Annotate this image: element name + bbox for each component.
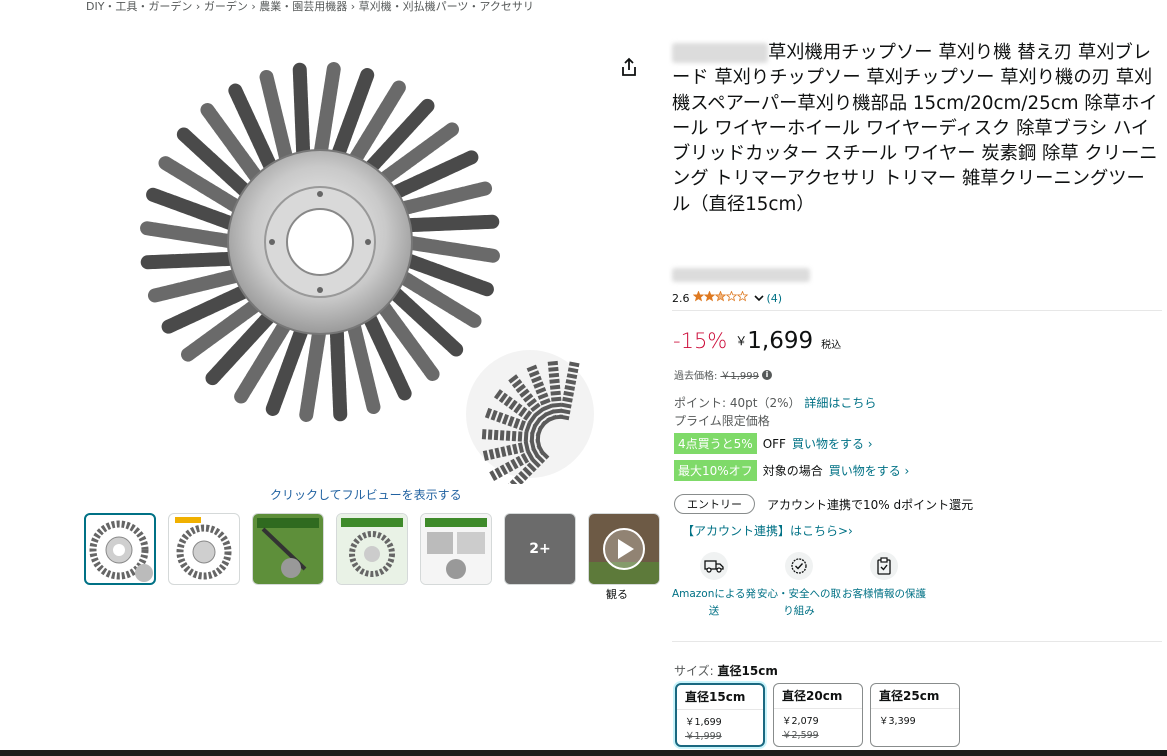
trust-badge-safety[interactable]: 安心・安全への取り組み xyxy=(753,552,845,620)
promo-row-2: 最大10%オフ 対象の場合 買い物をする › xyxy=(674,460,909,481)
size-option-old-price: ￥1,999 xyxy=(685,731,722,742)
thumbnail-5[interactable] xyxy=(420,513,492,585)
promo-text: OFF xyxy=(762,436,786,451)
divider xyxy=(672,641,1162,642)
promo-text: 対象の場合 xyxy=(762,464,823,478)
full-view-link[interactable]: クリックしてフルビューを表示する xyxy=(270,486,462,503)
thumbnail-strip: 2+ xyxy=(84,513,660,589)
prime-price-label: プライム限定価格 xyxy=(674,414,770,428)
size-option-15cm[interactable]: 直径15cm ￥1,699 ￥1,999 xyxy=(675,683,765,747)
video-thumbnail[interactable] xyxy=(588,513,660,585)
thumbnail-3[interactable] xyxy=(252,513,324,585)
price: ￥1,699 xyxy=(735,328,813,354)
entry-text: アカウント連携で10% dポイント還元 xyxy=(767,497,974,512)
size-option-price: ￥2,079 xyxy=(782,716,819,727)
size-label-text: サイズ: xyxy=(674,664,714,678)
thumbnail-1[interactable] xyxy=(84,513,156,585)
thumbnail-more[interactable]: 2+ xyxy=(504,513,576,585)
size-option-name: 直径20cm xyxy=(774,684,862,709)
past-price-value: ￥1,999 xyxy=(720,371,760,382)
promo-shop-link[interactable]: 買い物をする › xyxy=(792,435,873,452)
brand-name-redacted[interactable] xyxy=(672,43,768,63)
promo-shop-link[interactable]: 買い物をする › xyxy=(829,462,910,479)
tax-label: 税込 xyxy=(821,340,842,351)
trust-badge-privacy[interactable]: お客様情報の保護 xyxy=(838,552,930,603)
promo-badge: 4点買うと5% xyxy=(674,433,757,454)
price-row: -15% ￥1,699 税込 xyxy=(673,328,841,354)
rating-count[interactable]: (4) xyxy=(767,292,783,305)
account-link[interactable]: 【アカウント連携】はこちら>› xyxy=(682,522,853,539)
size-option-price: ￥3,399 xyxy=(879,716,916,727)
size-selected-value: 直径15cm xyxy=(717,664,778,678)
thumbnail-2[interactable] xyxy=(168,513,240,585)
promo-row-1: 4点買うと5% OFF 買い物をする › xyxy=(674,433,873,454)
size-label: サイズ: 直径15cm xyxy=(674,662,778,679)
size-option-name: 直径15cm xyxy=(677,685,763,710)
promo-badge: 最大10%オフ xyxy=(674,460,757,481)
rating-value: 2.6 xyxy=(672,291,690,305)
secure-clipboard-icon xyxy=(870,552,898,580)
chevron-down-icon[interactable] xyxy=(753,292,764,305)
rating-row[interactable]: 2.6 (4) xyxy=(672,290,783,305)
trust-label: 安心・安全への取り組み xyxy=(757,588,841,617)
size-option-price: ￥1,699 xyxy=(685,717,722,728)
star-rating-icon xyxy=(692,290,751,305)
price-amount: 1,699 xyxy=(747,328,814,354)
divider xyxy=(672,310,1162,311)
info-icon[interactable]: i xyxy=(762,369,773,380)
points-row: ポイント: 40pt（2%） 詳細はこちら xyxy=(674,394,876,411)
discount-percent: -15% xyxy=(673,329,728,353)
breadcrumb[interactable]: DIY・工具・ガーデン › ガーデン › 農業・園芸用機器 › 草刈機・刈払機パ… xyxy=(86,0,534,14)
entry-button[interactable]: エントリー xyxy=(674,494,755,514)
trust-label: お客様情報の保護 xyxy=(842,588,926,600)
video-label[interactable]: 観る xyxy=(606,586,628,602)
past-price-row: 過去価格: ￥1,999 i xyxy=(674,367,773,382)
trust-badge-delivery[interactable]: Amazonによる発送 xyxy=(668,552,760,620)
share-icon[interactable] xyxy=(618,56,640,78)
more-images-count: 2+ xyxy=(529,541,551,557)
size-option-20cm[interactable]: 直径20cm ￥2,079 ￥2,599 xyxy=(773,683,863,747)
currency-symbol: ￥ xyxy=(735,334,748,348)
product-title-text: 草刈機用チップソー 草刈り機 替え刃 草刈ブレード 草刈りチップソー 草刈チップ… xyxy=(672,42,1158,215)
points-label: ポイント: 40pt（2%） xyxy=(674,396,801,410)
main-product-image[interactable] xyxy=(138,44,610,498)
brand-store-link[interactable] xyxy=(672,264,810,283)
taskbar-strip xyxy=(0,750,1167,756)
delivery-truck-icon xyxy=(700,552,728,580)
thumbnail-4[interactable] xyxy=(336,513,408,585)
product-title: 草刈機用チップソー 草刈り機 替え刃 草刈ブレード 草刈りチップソー 草刈チップ… xyxy=(672,40,1162,217)
size-option-old-price: ￥2,599 xyxy=(782,730,819,741)
size-option-25cm[interactable]: 直径25cm ￥3,399 xyxy=(870,683,960,747)
points-details-link[interactable]: 詳細はこちら xyxy=(804,396,876,410)
past-price-label: 過去価格: xyxy=(674,371,718,382)
trust-label: Amazonによる発送 xyxy=(671,588,757,617)
entry-row: エントリー アカウント連携で10% dポイント還元 xyxy=(674,494,973,514)
size-option-name: 直径25cm xyxy=(871,684,959,709)
secure-badge-icon xyxy=(785,552,813,580)
